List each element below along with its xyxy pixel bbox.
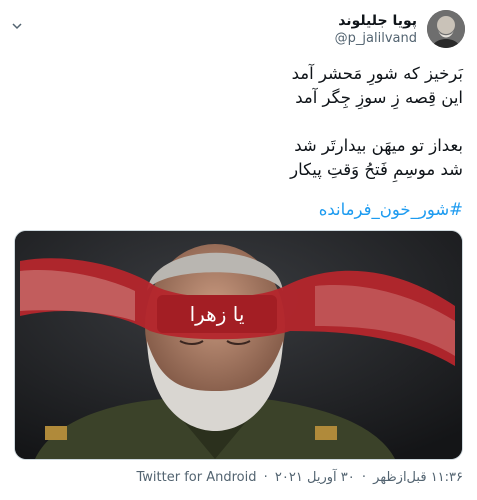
author-name[interactable]: پویا جلیلوند (335, 12, 417, 30)
meta-dot: · (361, 470, 367, 485)
tweet-line: بعداز تو میهَن بیدارتَر شد (294, 136, 463, 155)
tweet-time[interactable]: ۱۱:۳۶ قبل‌ازظهر (373, 470, 463, 485)
avatar-image (427, 10, 465, 48)
tweet-date[interactable]: ۳۰ آوریل ۲۰۲۱ (275, 470, 355, 485)
tweet-meta: ۱۱:۳۶ قبل‌ازظهر · ۳۰ آوریل ۲۰۲۱ · Twitte… (137, 470, 463, 485)
tweet-photo[interactable]: یا زهرا (14, 230, 463, 460)
photo-image: یا زهرا (15, 231, 462, 459)
author-handle[interactable]: @p_jalilvand (335, 30, 417, 47)
stanza-gap (43, 110, 463, 134)
headband-text: یا زهرا (190, 302, 245, 326)
meta-dot: · (263, 470, 268, 485)
tweet-line: این قِصه زِ سوزِ جِگر آمد (295, 88, 463, 107)
tweet-line: شد موسِمِ فَتحُ وَقتِ پیکار (290, 160, 463, 179)
tweet-author: پویا جلیلوند @p_jalilvand (335, 12, 417, 47)
tweet-text: بَرخیز که شورِ مَحشر آمد این قِصه زِ سوز… (43, 62, 463, 182)
chevron-down-icon[interactable] (12, 16, 22, 30)
hashtag-link[interactable]: #شور_خون_فرمانده (319, 198, 463, 222)
avatar[interactable] (427, 10, 465, 48)
tweet-line: بَرخیز که شورِ مَحشر آمد (291, 64, 463, 83)
tweet-source[interactable]: Twitter for Android (137, 470, 257, 485)
